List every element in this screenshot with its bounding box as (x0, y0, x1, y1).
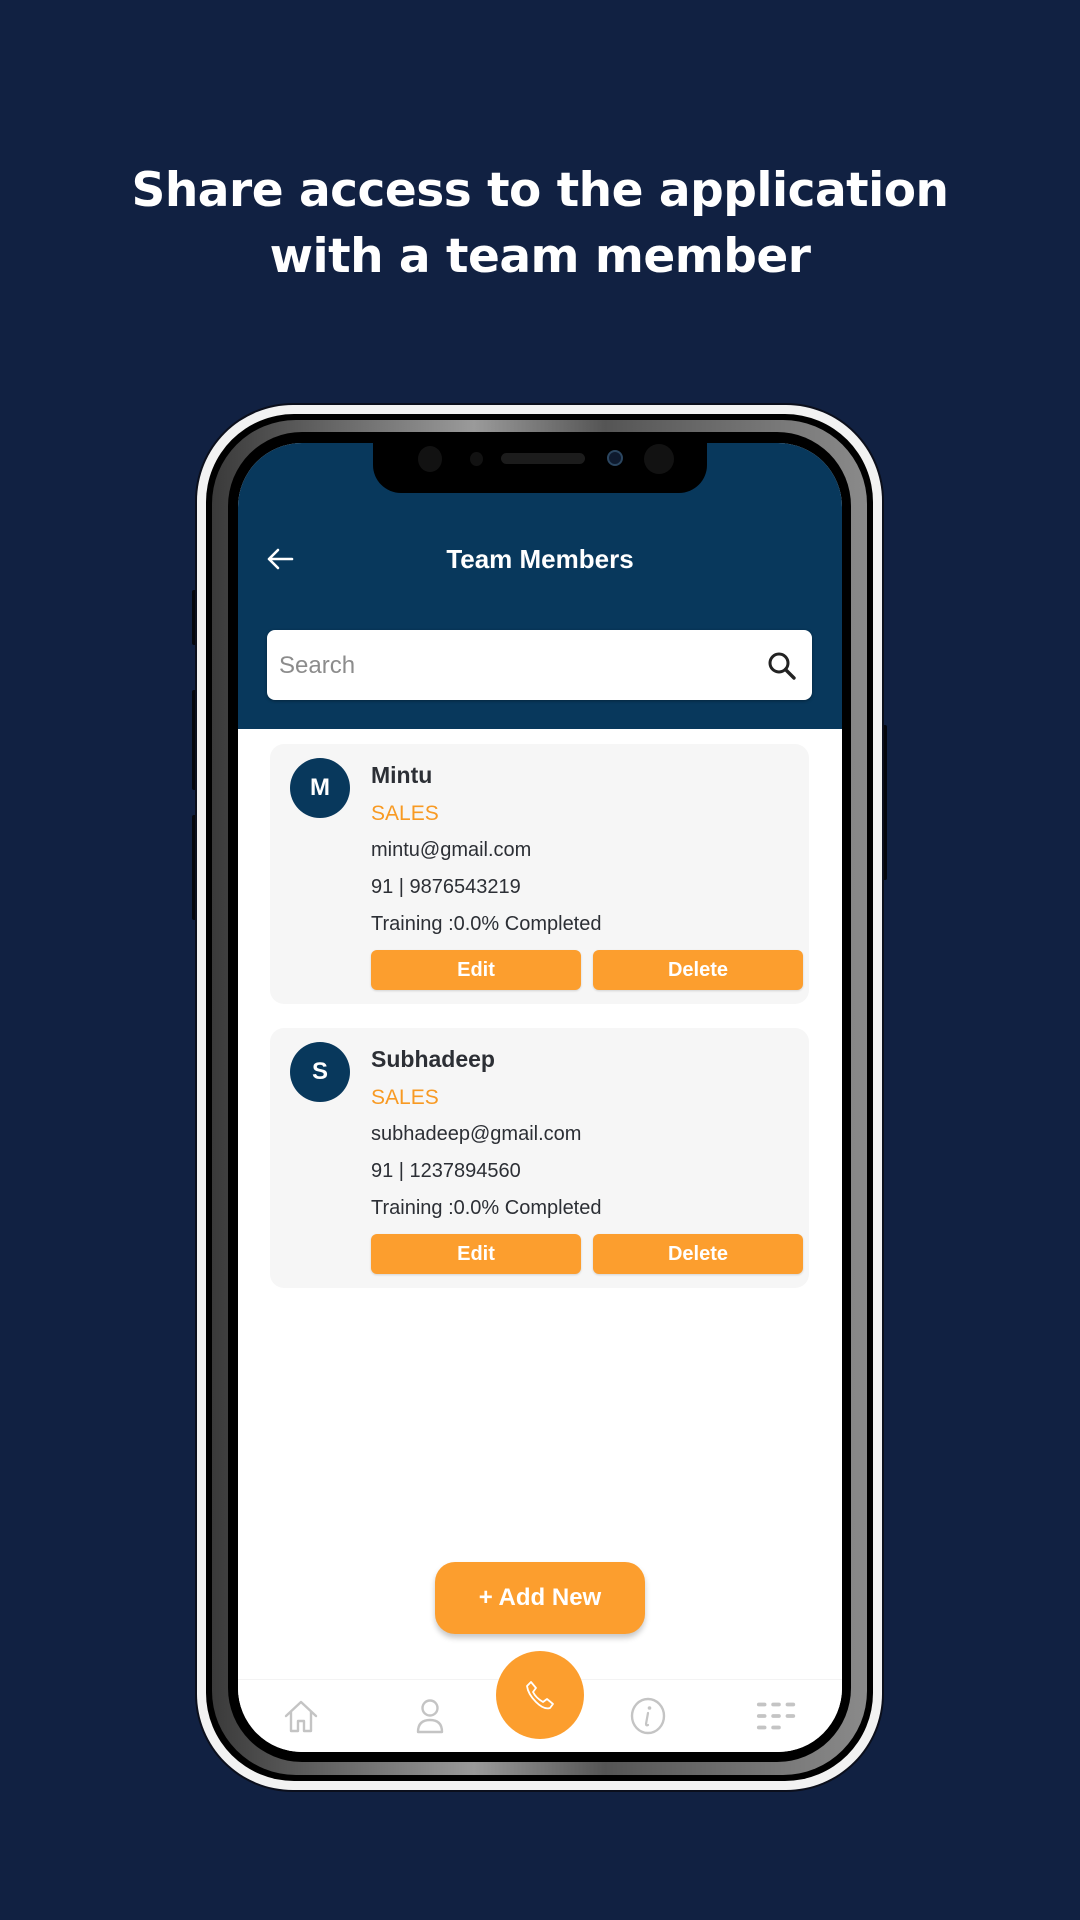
user-icon (416, 1699, 444, 1734)
headline: Share access to the application with a t… (0, 158, 1080, 290)
nav-info[interactable] (626, 1694, 670, 1738)
call-button[interactable] (496, 1651, 584, 1739)
member-phone: 91 | 9876543219 (371, 876, 521, 898)
page-title: Team Members (446, 544, 634, 574)
member-role: SALES (371, 1086, 439, 1109)
speaker-grille (501, 453, 585, 464)
member-email: subhadeep@gmail.com (371, 1123, 582, 1145)
nav-profile[interactable] (408, 1694, 452, 1738)
headline-line-1: Share access to the application (131, 163, 949, 218)
sensor-dot (644, 444, 674, 474)
nav-home[interactable] (279, 1694, 323, 1738)
member-phone: 91 | 1237894560 (371, 1160, 521, 1182)
member-name: Mintu (371, 762, 433, 788)
member-name: Subhadeep (371, 1046, 495, 1072)
member-role: SALES (371, 802, 439, 825)
delete-button[interactable]: Delete (593, 950, 803, 990)
search-bar (267, 630, 812, 702)
member-training-status: Training :0.0% Completed (371, 913, 602, 935)
avatar: S (290, 1042, 350, 1102)
delete-button[interactable]: Delete (593, 1234, 803, 1274)
nav-menu[interactable] (755, 1694, 799, 1738)
phone-notch (373, 443, 707, 493)
phone-call-icon (526, 1681, 554, 1710)
phone-screen: Team Members M Mintu SALES mintu@gmail.c… (238, 443, 842, 1752)
search-icon[interactable] (766, 650, 798, 682)
search-input[interactable] (277, 630, 741, 702)
add-new-button[interactable]: + Add New (435, 1562, 645, 1634)
member-training-status: Training :0.0% Completed (371, 1197, 602, 1219)
member-card: M Mintu SALES mintu@gmail.com 91 | 98765… (270, 744, 809, 1004)
info-icon (630, 1697, 666, 1735)
home-icon (284, 1700, 318, 1733)
headline-line-2: with a team member (269, 229, 811, 284)
grid-menu-icon (756, 1702, 796, 1730)
edit-button[interactable]: Edit (371, 1234, 581, 1274)
app-header: Team Members (238, 443, 842, 729)
edit-button[interactable]: Edit (371, 950, 581, 990)
member-email: mintu@gmail.com (371, 839, 532, 861)
member-card: S Subhadeep SALES subhadeep@gmail.com 91… (270, 1028, 809, 1288)
sensor-dot (418, 446, 442, 472)
front-camera (607, 450, 623, 466)
avatar: M (290, 758, 350, 818)
sensor-dot-small (470, 452, 483, 466)
